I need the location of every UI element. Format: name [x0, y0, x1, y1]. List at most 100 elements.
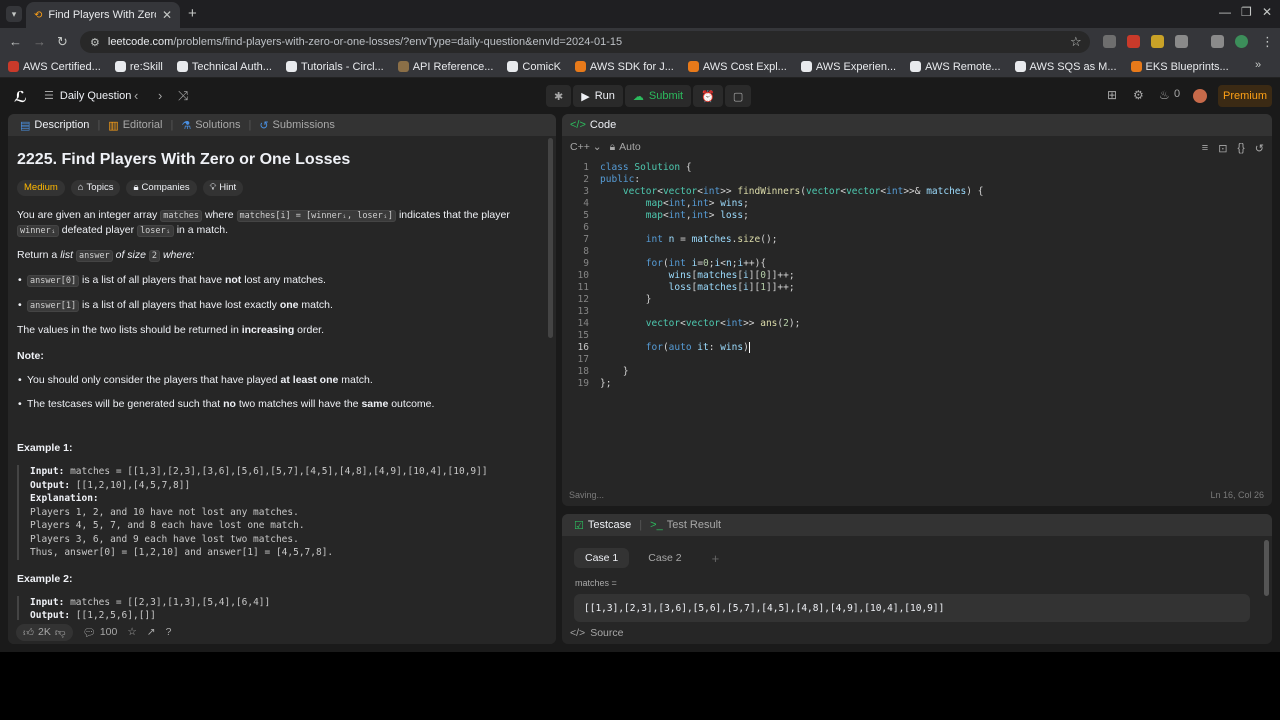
text: defeated player — [61, 224, 135, 236]
site-info-icon[interactable]: ⚙ — [90, 36, 100, 49]
extension-icon-1[interactable] — [1103, 35, 1116, 48]
bookmark-item[interactable]: AWS Certified... — [8, 61, 101, 73]
code-editor[interactable]: 1 class Solution { 2 public: 3 vector<vect… — [562, 162, 1272, 462]
tab-search-icon[interactable]: ▾ — [6, 6, 22, 22]
bookmark-item[interactable]: AWS SDK for J... — [574, 61, 674, 73]
new-tab-icon[interactable]: + — [188, 5, 197, 22]
submit-label: Submit — [648, 90, 684, 102]
maximize-icon[interactable]: ❐ — [1241, 5, 1252, 19]
editor-tools: ≡ ⊡ {} ↺ — [1202, 142, 1264, 155]
topics-label: Topics — [86, 182, 114, 193]
debug-button[interactable]: ✱ — [546, 85, 572, 107]
browser-tab-active[interactable]: ⟲ Find Players With Zero or One Losses -… — [26, 2, 180, 28]
explanation-line: Thus, answer[0] = [1,2,10] and answer[1]… — [30, 547, 334, 558]
extensions-puzzle-icon[interactable] — [1175, 35, 1188, 48]
like-button[interactable]: 👍︎ 2K 👎︎ — [16, 623, 73, 641]
bookmark-item[interactable]: AWS Remote... — [910, 61, 1001, 73]
case-2-tab[interactable]: Case 2 — [637, 548, 692, 568]
forward-icon[interactable]: → — [33, 34, 46, 49]
url-host: leetcode.com — [107, 36, 174, 48]
bookmark-favicon-icon — [1130, 61, 1142, 72]
play-icon: ▶ — [581, 90, 590, 103]
case-1-tab[interactable]: Case 1 — [574, 548, 630, 568]
bookmark-item[interactable]: Technical Auth... — [176, 61, 272, 73]
tab-solutions[interactable]: ⚗ Solutions — [177, 119, 244, 132]
tab-testcase[interactable]: ☑ Testcase — [570, 519, 635, 532]
bookmark-item[interactable]: API Reference... — [397, 61, 493, 73]
help-icon[interactable]: ? — [166, 626, 172, 638]
comments-button[interactable]: 💬︎ 100 — [83, 626, 118, 639]
leetcode-favicon-icon: ⟲ — [34, 9, 43, 21]
layout-icon[interactable]: ⊞ — [1107, 88, 1117, 102]
bookmark-favicon-icon — [8, 61, 19, 72]
random-problem-icon[interactable]: ⤨ — [178, 88, 188, 104]
streak-count: 0 — [1174, 88, 1181, 100]
param-label: matches = — [575, 578, 617, 588]
problem-title[interactable]: 2225. Find Players With Zero or One Loss… — [17, 150, 542, 170]
autocomplete-toggle[interactable]: 🔒︎ Auto — [610, 141, 641, 154]
bookmark-label: AWS Certified... — [23, 60, 101, 73]
source-button[interactable]: </> Source — [570, 627, 623, 639]
bookmark-favicon-icon — [507, 61, 519, 72]
note-bullets: You should only consider the players tha… — [17, 373, 542, 411]
premium-button[interactable]: Premium — [1218, 85, 1272, 107]
timer-button[interactable]: ⏰ — [693, 85, 723, 107]
bookmark-item[interactable]: Tutorials - Circl... — [285, 61, 384, 73]
reset-icon[interactable]: ↺ — [1255, 142, 1264, 155]
tab-description[interactable]: ▤ Description — [16, 119, 93, 132]
avatar[interactable] — [1193, 89, 1207, 103]
language-select[interactable]: C++ ⌄ — [570, 141, 602, 153]
streak-flame-icon[interactable]: ♨ — [1159, 88, 1170, 102]
testcase-scrollbar[interactable] — [1264, 540, 1269, 596]
braces-icon[interactable]: {} — [1237, 142, 1244, 155]
language-label: C++ — [570, 141, 590, 153]
thumbs-up-icon: 👍︎ — [23, 626, 34, 639]
answer-bullets: answer[0] is a list of all players that … — [17, 273, 542, 313]
bookmark-star-icon[interactable]: ☆ — [1070, 34, 1082, 50]
companies-chip[interactable]: 🔒︎ Companies — [126, 180, 197, 196]
close-tab-icon[interactable]: ✕ — [162, 8, 172, 22]
submit-button[interactable]: ☁ Submit — [624, 85, 692, 107]
more-bookmarks-icon[interactable]: » — [1255, 59, 1261, 71]
hint-chip[interactable]: 💡︎ Hint — [202, 180, 244, 196]
browser-menu-icon[interactable]: ⋮ — [1261, 34, 1274, 50]
cursor-position: Ln 16, Col 26 — [1210, 490, 1264, 500]
minimize-icon[interactable]: — — [1219, 5, 1231, 19]
extension-icon-3[interactable] — [1151, 35, 1164, 48]
profile-icon[interactable] — [1235, 35, 1248, 48]
cloud-upload-icon: ☁ — [632, 90, 644, 103]
bookmark-icon[interactable]: ⊡ — [1218, 142, 1227, 155]
bookmark-item[interactable]: AWS Cost Expl... — [687, 61, 787, 73]
back-icon[interactable]: ← — [9, 34, 22, 49]
reload-icon[interactable]: ↻ — [57, 34, 68, 50]
star-icon[interactable]: ☆ — [127, 626, 136, 638]
notes-button[interactable]: ▢ — [724, 85, 752, 107]
bookmark-item[interactable]: re:Skill — [114, 61, 163, 73]
bookmark-item[interactable]: AWS SQS as M... — [1014, 61, 1117, 73]
tab-submissions[interactable]: ↺ Submissions — [255, 119, 339, 132]
extension-icon-2[interactable] — [1127, 35, 1140, 48]
tab-editorial[interactable]: ▥ Editorial — [104, 119, 166, 132]
format-icon[interactable]: ≡ — [1202, 142, 1208, 155]
url-omnibox[interactable]: ⚙ leetcode.com/problems/find-players-wit… — [80, 31, 1090, 53]
description-scrollbar[interactable] — [548, 138, 553, 338]
problem-list-button[interactable]: ☰ Daily Question — [44, 89, 131, 103]
code-panel-header: </> Code — [562, 114, 1272, 136]
side-panel-icon[interactable] — [1211, 35, 1224, 48]
settings-gear-icon[interactable]: ⚙ — [1133, 88, 1144, 102]
close-window-icon[interactable]: ✕ — [1262, 5, 1272, 19]
run-button[interactable]: ▶ Run — [573, 85, 623, 107]
leetcode-logo-icon[interactable]: ℒ — [14, 88, 27, 106]
tab-test-result[interactable]: >_ Test Result — [646, 519, 725, 531]
testcase-input[interactable]: [[1,3],[2,3],[3,6],[5,6],[5,7],[4,5],[4,… — [574, 594, 1250, 622]
prev-problem-icon[interactable]: ‹ — [134, 88, 138, 103]
bookmark-item[interactable]: AWS Experien... — [800, 60, 897, 73]
bookmark-item[interactable]: EKS Blueprints... — [1130, 61, 1229, 73]
topics-chip[interactable]: ⌂ Topics — [70, 180, 121, 196]
next-problem-icon[interactable]: › — [158, 88, 162, 103]
bookmark-item[interactable]: ComicK — [507, 61, 561, 73]
share-icon[interactable]: ↗ — [147, 626, 156, 638]
bookmark-label: AWS Experien... — [815, 60, 897, 73]
add-case-button[interactable]: + — [701, 548, 731, 568]
example-2-block: Input: matches = [[2,3],[1,3],[5,4],[6,4… — [17, 595, 542, 623]
